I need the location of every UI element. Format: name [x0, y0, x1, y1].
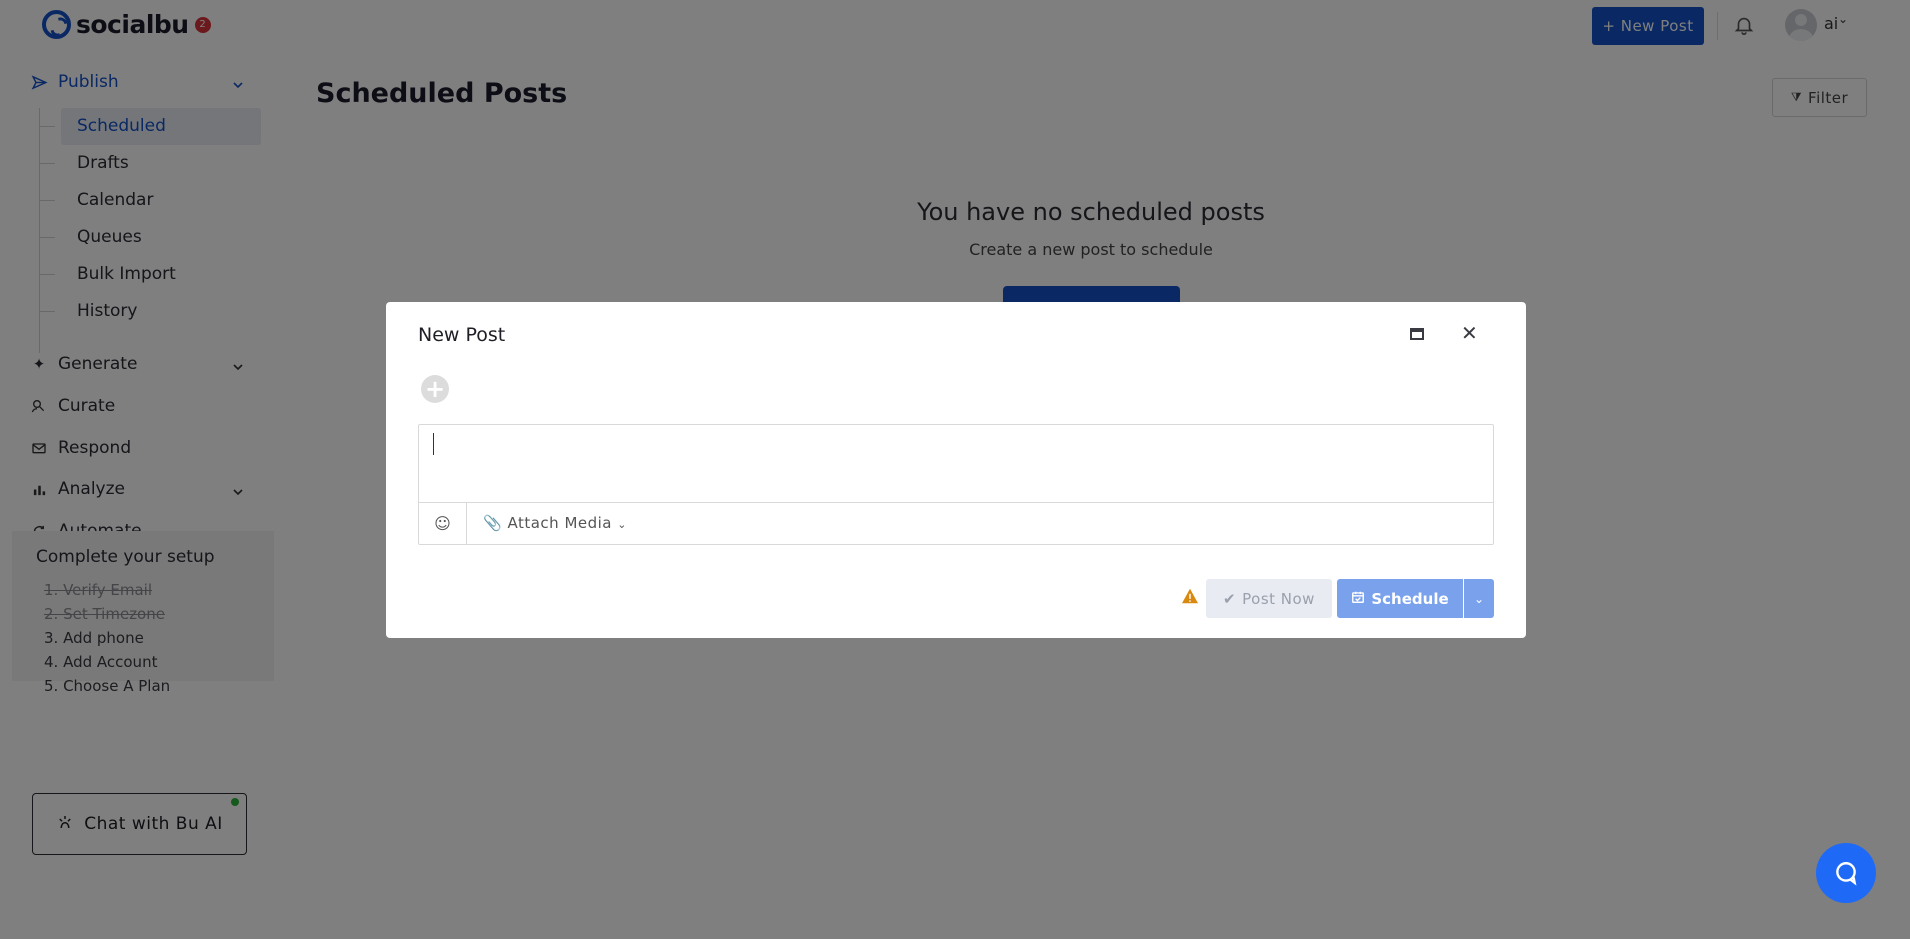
attach-media-button[interactable]: 📎 Attach Media ⌄ [483, 514, 627, 532]
editor-toolbar: ☺ 📎 Attach Media ⌄ [419, 502, 1493, 544]
post-now-label: Post Now [1242, 589, 1315, 608]
maximize-icon[interactable] [1410, 328, 1424, 340]
help-chat-button[interactable] [1816, 843, 1876, 903]
close-icon[interactable]: ✕ [1461, 321, 1478, 345]
chat-bubble-icon [1836, 862, 1857, 886]
schedule-button[interactable]: Schedule [1337, 579, 1463, 618]
chevron-down-icon: ⌄ [1473, 591, 1485, 606]
new-post-modal: New Post ✕ + ☺ 📎 Attach Media ⌄ ✔ Post N… [386, 302, 1526, 638]
schedule-options-button[interactable]: ⌄ [1464, 579, 1494, 618]
attach-media-label: Attach Media [507, 514, 612, 532]
post-now-button[interactable]: ✔ Post Now [1206, 579, 1332, 618]
calendar-check-icon [1351, 590, 1365, 608]
modal-title: New Post [418, 324, 506, 346]
post-editor: ☺ 📎 Attach Media ⌄ [418, 424, 1494, 545]
post-content-input[interactable] [419, 425, 1493, 502]
warning-icon[interactable] [1181, 588, 1199, 604]
emoji-icon[interactable]: ☺ [419, 503, 467, 544]
text-cursor [433, 433, 434, 455]
check-icon: ✔ [1223, 589, 1237, 608]
paperclip-icon: 📎 [483, 514, 503, 532]
chevron-down-icon: ⌄ [617, 518, 627, 531]
schedule-label: Schedule [1371, 589, 1449, 608]
add-account-icon[interactable]: + [421, 375, 449, 403]
